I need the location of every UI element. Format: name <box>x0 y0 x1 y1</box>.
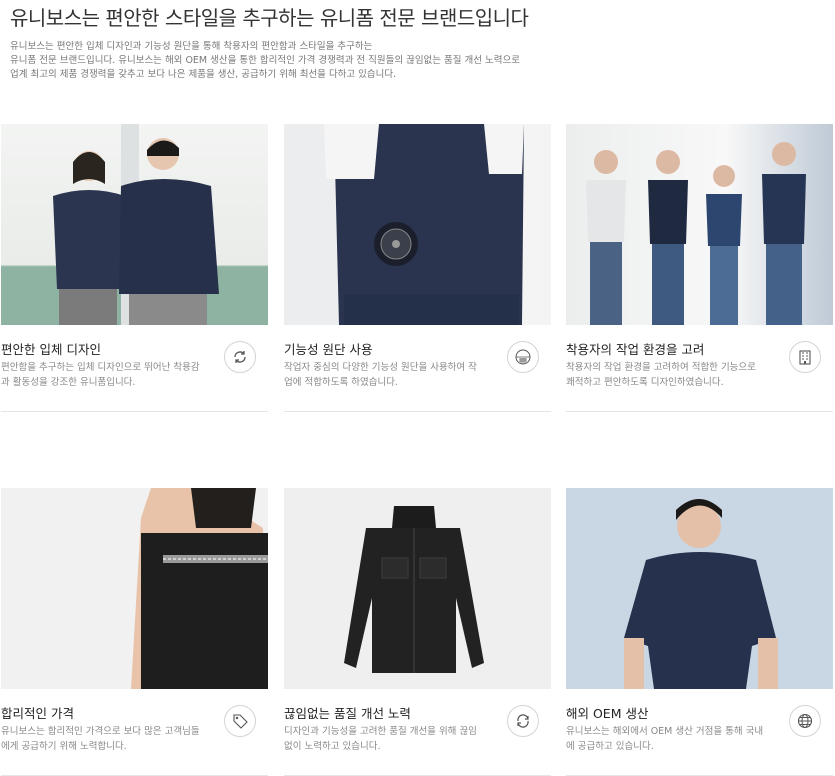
feature-body: 합리적인 가격 유니보스는 합리적인 가격으로 보다 많은 고객님들에게 공급하… <box>1 689 268 776</box>
feature-card: 착용자의 작업 환경을 고려 착용자의 작업 환경을 고려하여 적합한 기능으로… <box>566 124 833 412</box>
intro-description: 유니보스는 편안한 입체 디자인과 기능성 원단을 통해 착용자의 편안함과 스… <box>10 40 830 82</box>
intro-section: 유니보스는 편안한 스타일을 추구하는 유니폼 전문 브랜드입니다 유니보스는 … <box>10 0 830 82</box>
feature-card: 끊임없는 품질 개선 노력 디자인과 기능성을 고려한 품질 개선을 위해 끊임… <box>284 488 551 776</box>
feature-card: 기능성 원단 사용 작업자 중심의 다양한 기능성 원단을 사용하여 작업에 적… <box>284 124 551 412</box>
intro-line: 업계 최고의 제품 경쟁력을 갖추고 보다 나은 제품을 생산, 공급하기 위해… <box>10 69 397 80</box>
feature-body: 착용자의 작업 환경을 고려 착용자의 작업 환경을 고려하여 적합한 기능으로… <box>566 325 833 412</box>
feature-text: 디자인과 기능성을 고려한 품질 개선을 위해 끊임없이 노력하고 있습니다. <box>284 726 477 752</box>
feature-card: 해외 OEM 생산 유니보스는 해외에서 OEM 생산 거점을 통해 국내에 공… <box>566 488 833 776</box>
feature-photo <box>1 488 268 689</box>
feature-card: 합리적인 가격 유니보스는 합리적인 가격으로 보다 많은 고객님들에게 공급하… <box>1 488 268 776</box>
feature-title: 끊임없는 품질 개선 노력 <box>284 706 411 721</box>
feature-body: 기능성 원단 사용 작업자 중심의 다양한 기능성 원단을 사용하여 작업에 적… <box>284 325 551 412</box>
feature-title: 편안한 입체 디자인 <box>1 342 101 357</box>
feature-text: 작업자 중심의 다양한 기능성 원단을 사용하여 작업에 적합하도록 하였습니다… <box>284 362 477 388</box>
feature-text: 유니보스는 합리적인 가격으로 보다 많은 고객님들에게 공급하기 위해 노력합… <box>1 726 200 752</box>
feature-text: 유니보스는 해외에서 OEM 생산 거점을 통해 국내에 공급하고 있습니다. <box>566 726 764 752</box>
feature-photo <box>1 124 268 325</box>
feature-text: 착용자의 작업 환경을 고려하여 적합한 기능으로 쾌적하고 편안하도록 디자인… <box>566 362 756 388</box>
feature-body: 끊임없는 품질 개선 노력 디자인과 기능성을 고려한 품질 개선을 위해 끊임… <box>284 689 551 776</box>
intro-line: 유니폼 전문 브랜드입니다. 유니보스는 해외 OEM 생산을 통한 합리적인 … <box>10 55 521 66</box>
feature-photo <box>284 124 551 325</box>
feature-photo <box>284 488 551 689</box>
feature-title: 기능성 원단 사용 <box>284 342 373 357</box>
price-tag-icon <box>224 705 256 737</box>
feature-text: 편안함을 추구하는 입체 디자인으로 뛰어난 착용감과 활동성을 강조한 유니폼… <box>1 362 200 388</box>
fabric-mesh-icon <box>507 341 539 373</box>
feature-title: 합리적인 가격 <box>1 706 74 721</box>
globe-icon <box>789 705 821 737</box>
sync-icon <box>507 705 539 737</box>
intro-line: 유니보스는 편안한 입체 디자인과 기능성 원단을 통해 착용자의 편안함과 스… <box>10 41 373 52</box>
feature-card: 편안한 입체 디자인 편안함을 추구하는 입체 디자인으로 뛰어난 착용감과 활… <box>1 124 268 412</box>
feature-body: 해외 OEM 생산 유니보스는 해외에서 OEM 생산 거점을 통해 국내에 공… <box>566 689 833 776</box>
feature-photo <box>566 124 833 325</box>
feature-photo <box>566 488 833 689</box>
feature-body: 편안한 입체 디자인 편안함을 추구하는 입체 디자인으로 뛰어난 착용감과 활… <box>1 325 268 412</box>
page-title: 유니보스는 편안한 스타일을 추구하는 유니폼 전문 브랜드입니다 <box>10 6 529 30</box>
feature-title: 착용자의 작업 환경을 고려 <box>566 342 705 357</box>
feature-title: 해외 OEM 생산 <box>566 706 649 721</box>
refresh-arrows-icon <box>224 341 256 373</box>
building-icon <box>789 341 821 373</box>
